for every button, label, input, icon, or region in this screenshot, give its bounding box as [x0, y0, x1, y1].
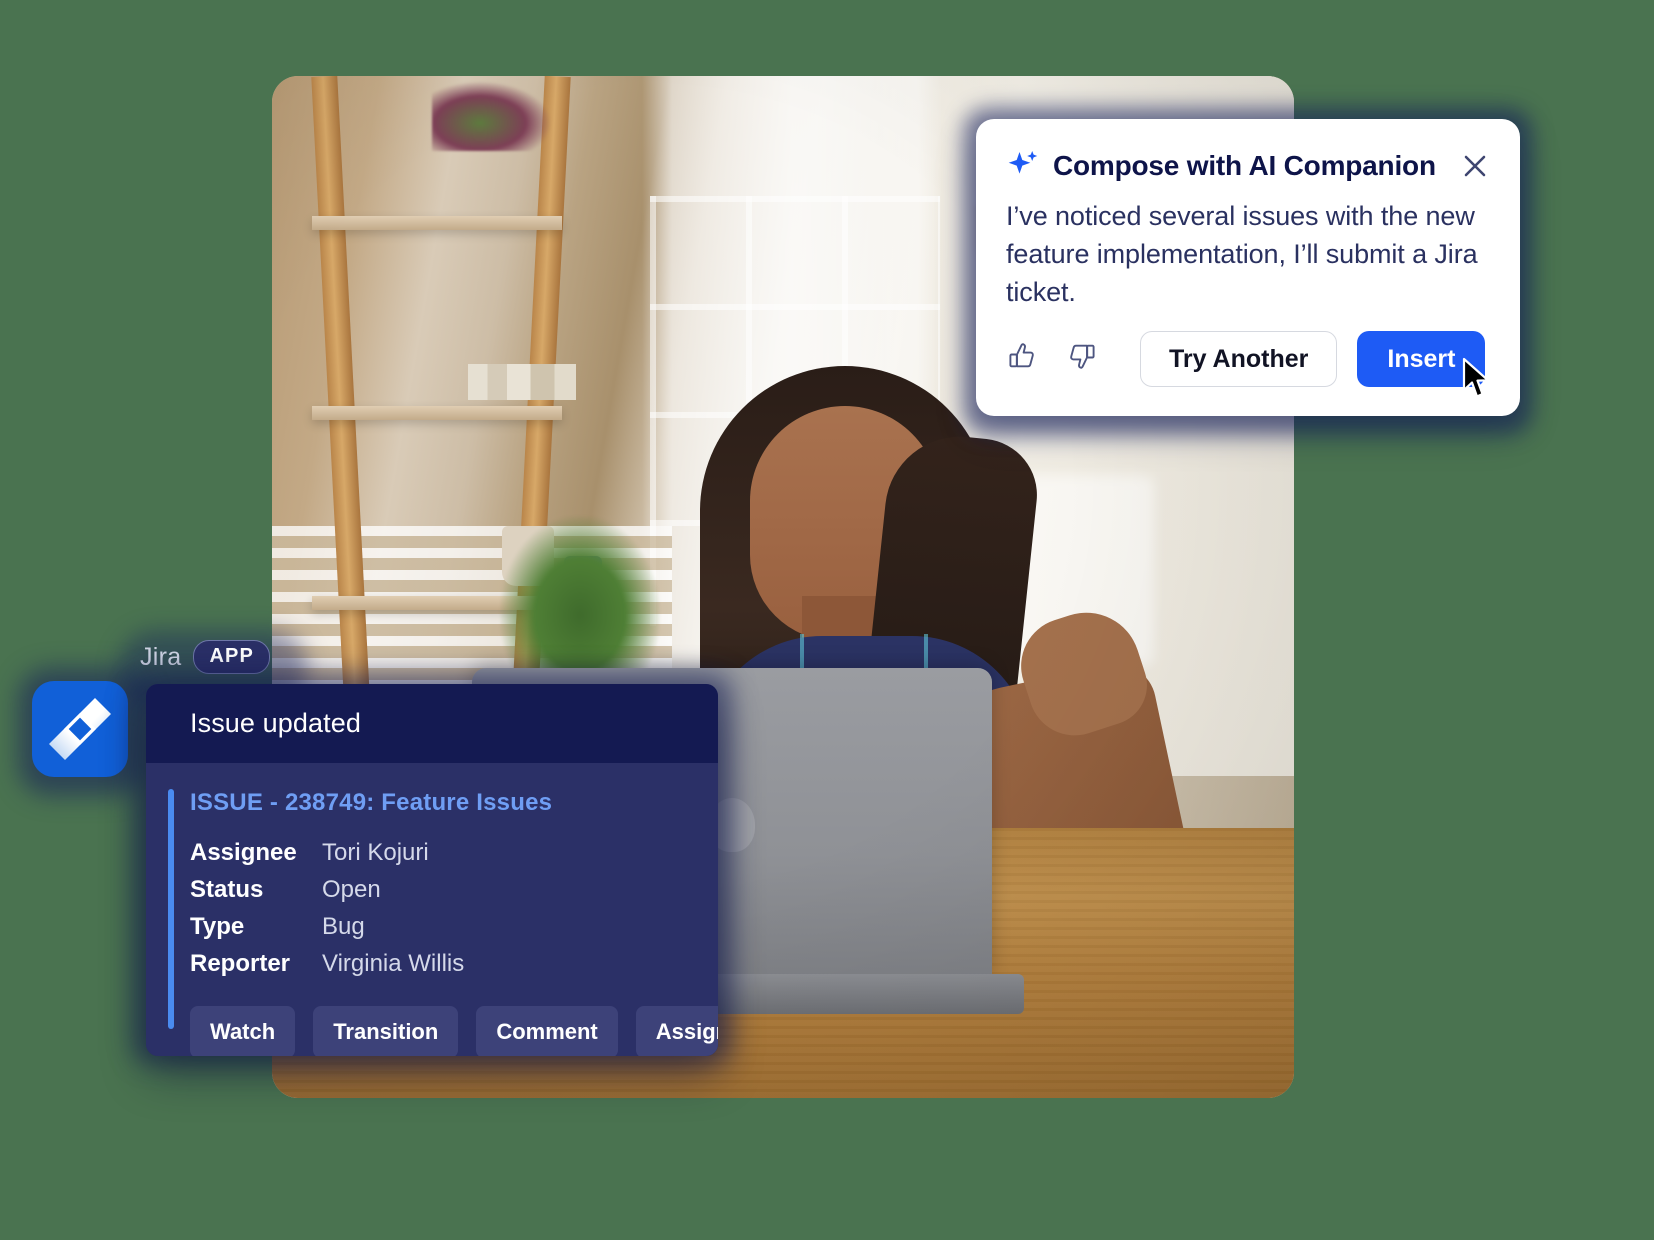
jira-field-row: Reporter Virginia Willis: [190, 950, 718, 978]
jira-field-key: Type: [190, 913, 245, 940]
thumbs-up-icon[interactable]: [1006, 340, 1044, 378]
jira-field-value: Bug: [322, 913, 365, 940]
jira-field-value: Virginia Willis: [322, 950, 465, 977]
ai-card-header: Compose with AI Companion: [976, 119, 1520, 183]
jira-issue-link[interactable]: ISSUE - 238749: Feature Issues: [190, 789, 552, 817]
jira-card-body: ISSUE - 238749: Feature Issues Assignee …: [146, 763, 718, 1056]
jira-field-value: Tori Kojuri: [322, 839, 429, 866]
jira-field-row: Type Bug: [190, 913, 718, 941]
jira-field-key: Reporter: [190, 950, 291, 977]
jira-app-badge: APP: [193, 640, 270, 674]
comment-button[interactable]: Comment: [476, 1006, 618, 1056]
assign-button[interactable]: Assign: [635, 1006, 718, 1056]
ai-companion-card: Compose with AI Companion I’ve noticed s…: [976, 119, 1520, 416]
jira-field-row: Status Open: [190, 876, 718, 904]
jira-field-value: Open: [322, 876, 381, 903]
jira-field-key: Assignee: [190, 839, 297, 866]
transition-button[interactable]: Transition: [313, 1006, 459, 1056]
jira-app-chip: Jira APP: [140, 640, 270, 674]
jira-card-content: ISSUE - 238749: Feature Issues Assignee …: [146, 789, 718, 1056]
ai-card-actions: Try Another Insert: [976, 311, 1520, 387]
jira-accent-bar: [168, 789, 174, 1029]
jira-logo-icon[interactable]: [32, 681, 128, 777]
watch-button[interactable]: Watch: [190, 1006, 296, 1056]
jira-fields: Assignee Tori Kojuri Status Open Type Bu…: [190, 839, 718, 978]
jira-card-actions: Watch Transition Comment Assign: [190, 1006, 718, 1056]
insert-button[interactable]: Insert: [1357, 331, 1486, 387]
jira-notification-card: Issue updated ISSUE - 238749: Feature Is…: [146, 684, 718, 1056]
jira-field-row: Assignee Tori Kojuri: [190, 839, 718, 867]
ai-suggestion-text: I’ve noticed several issues with the new…: [1006, 201, 1478, 307]
jira-card-header: Issue updated: [146, 684, 718, 763]
jira-app-name: Jira: [140, 642, 182, 671]
close-icon[interactable]: [1460, 151, 1490, 181]
thumbs-down-icon[interactable]: [1066, 340, 1104, 378]
ai-card-title: Compose with AI Companion: [1053, 150, 1436, 181]
screenshot-stage: Compose with AI Companion I’ve noticed s…: [0, 0, 1654, 1240]
jira-field-key: Status: [190, 876, 264, 903]
try-another-button[interactable]: Try Another: [1140, 331, 1338, 387]
sparkle-ai-icon: [1006, 149, 1040, 183]
jira-card-header-title: Issue updated: [190, 708, 361, 738]
